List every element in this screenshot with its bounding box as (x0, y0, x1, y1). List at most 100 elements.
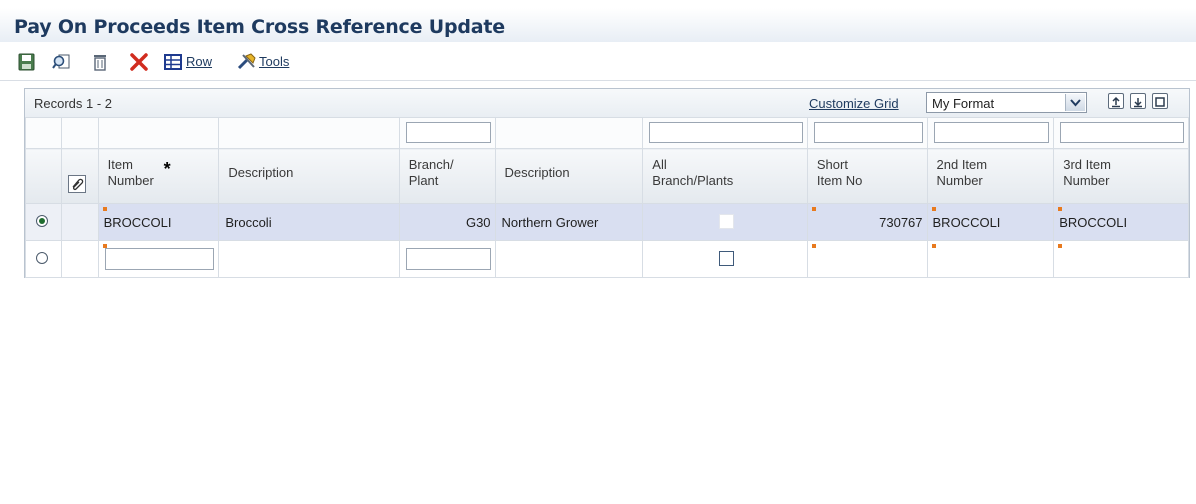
grid-header-bar: Records 1 - 2 Customize Grid My Format (25, 89, 1189, 117)
tools-icon[interactable] (237, 52, 257, 72)
query-row (25, 117, 1189, 149)
edit-marker (811, 207, 816, 211)
item-number-value: BROCCOLI (103, 214, 172, 230)
export-icon[interactable] (1108, 93, 1124, 109)
header-label: Description (228, 165, 294, 180)
cell-branch-description (494, 240, 644, 278)
data-grid: * Item Number Description Branch/ Plant … (25, 117, 1189, 278)
qbe-cell-branch (398, 117, 496, 149)
branch-description-value: Northern Grower (501, 214, 599, 230)
cell-description[interactable]: Broccoli (218, 203, 400, 241)
item3-value: BROCCOLI (1059, 214, 1128, 230)
qbe-cell-2nd (926, 117, 1055, 149)
qbe-all-branch-input[interactable] (649, 122, 803, 143)
row-select-cell (25, 240, 62, 278)
maximize-grid-icon[interactable] (1152, 93, 1168, 109)
grid-format-select[interactable]: My Format (926, 92, 1087, 113)
header-2nd-item-number[interactable]: 2nd Item Number (926, 148, 1055, 204)
header-description[interactable]: Description (218, 148, 400, 204)
cell-branch-description[interactable]: Northern Grower (494, 203, 644, 241)
edit-marker (811, 244, 816, 248)
header-label: Short Item No (816, 157, 863, 188)
required-marker: * (163, 159, 171, 179)
edit-marker (1058, 244, 1063, 248)
cell-short-item-no[interactable]: 730767 (806, 203, 928, 241)
header-branch-plant[interactable]: Branch/ Plant (398, 148, 496, 204)
page-title: Pay On Proceeds Item Cross Reference Upd… (14, 16, 505, 38)
qbe-cell-all (642, 117, 808, 149)
branch-plant-input[interactable] (405, 248, 491, 270)
edit-marker (931, 244, 936, 248)
cell-2nd-item[interactable]: BROCCOLI (926, 203, 1055, 241)
grid-format-value: My Format (932, 96, 995, 111)
header-label: Item Number (107, 157, 154, 188)
item-number-input[interactable] (104, 248, 215, 270)
qbe-2nd-item-input[interactable] (933, 122, 1050, 143)
row-select-cell (25, 203, 62, 241)
save-icon[interactable] (17, 52, 37, 72)
header-label: 3rd Item Number (1063, 157, 1111, 188)
row-radio[interactable] (36, 215, 48, 227)
chevron-down-icon[interactable] (1065, 94, 1085, 111)
cell-item-number (97, 240, 220, 278)
title-bar: Pay On Proceeds Item Cross Reference Upd… (0, 8, 1196, 42)
toolbar: Row Tools (0, 44, 1196, 81)
header-label: All Branch/Plants (652, 157, 734, 188)
cell-item-number[interactable]: BROCCOLI (97, 203, 220, 241)
header-label: Description (504, 165, 570, 180)
cell-all-branch-plants (642, 203, 808, 241)
grid-panel: Records 1 - 2 Customize Grid My Format *… (24, 88, 1190, 278)
item2-value: BROCCOLI (932, 214, 1001, 230)
table-row[interactable] (25, 240, 1189, 278)
description-value: Broccoli (225, 214, 272, 230)
close-icon[interactable] (129, 52, 149, 72)
header-3rd-item-number[interactable]: 3rd Item Number (1053, 148, 1189, 204)
header-label: 2nd Item Number (936, 157, 988, 188)
cell-branch-plant (398, 240, 496, 278)
header-item-number[interactable]: * Item Number (97, 148, 220, 204)
cell-description (218, 240, 400, 278)
qbe-short-item-input[interactable] (813, 122, 923, 143)
row-menu[interactable]: Row (186, 54, 212, 69)
tools-menu[interactable]: Tools (259, 54, 289, 69)
row-attachment-cell (60, 203, 99, 241)
row-attachment-cell (60, 240, 99, 278)
radio-selected-dot (39, 218, 45, 224)
short-item-value: 730767 (879, 214, 923, 230)
qbe-cell (25, 117, 62, 149)
row-radio[interactable] (36, 252, 48, 264)
column-header-row: * Item Number Description Branch/ Plant … (25, 148, 1189, 204)
delete-icon[interactable] (90, 52, 110, 72)
edit-marker (931, 207, 936, 211)
edit-marker (1058, 207, 1063, 211)
cell-all-branch-plants (642, 240, 808, 278)
table-row[interactable]: BROCCOLI Broccoli G30 Northern Grower 73… (25, 203, 1189, 241)
header-label: Branch/ Plant (408, 157, 454, 188)
paperclip-icon[interactable] (67, 175, 86, 193)
branch-plant-value: G30 (465, 214, 491, 230)
header-short-item-no[interactable]: Short Item No (806, 148, 928, 204)
cell-branch-plant[interactable]: G30 (398, 203, 496, 241)
records-count: Records 1 - 2 (34, 96, 113, 111)
customize-grid-link[interactable]: Customize Grid (809, 96, 899, 111)
import-icon[interactable] (1130, 93, 1146, 109)
qbe-branch-input[interactable] (405, 122, 491, 143)
qbe-cell-short (806, 117, 928, 149)
qbe-3rd-item-input[interactable] (1060, 122, 1184, 143)
qbe-cell (494, 117, 644, 149)
header-attachment (60, 148, 99, 204)
all-branch-checkbox[interactable] (719, 251, 735, 266)
qbe-cell-3rd (1053, 117, 1189, 149)
header-branch-description[interactable]: Description (494, 148, 644, 204)
qbe-cell (218, 117, 400, 149)
row-grid-icon[interactable] (164, 52, 184, 72)
find-icon[interactable] (52, 52, 72, 72)
header-select (25, 148, 62, 204)
cell-short-item-no (806, 240, 928, 278)
cell-3rd-item[interactable]: BROCCOLI (1053, 203, 1189, 241)
qbe-cell (97, 117, 220, 149)
cell-3rd-item (1053, 240, 1189, 278)
all-branch-checkbox (719, 214, 735, 229)
edit-marker (102, 207, 107, 211)
header-all-branch-plants[interactable]: All Branch/Plants (642, 148, 808, 204)
